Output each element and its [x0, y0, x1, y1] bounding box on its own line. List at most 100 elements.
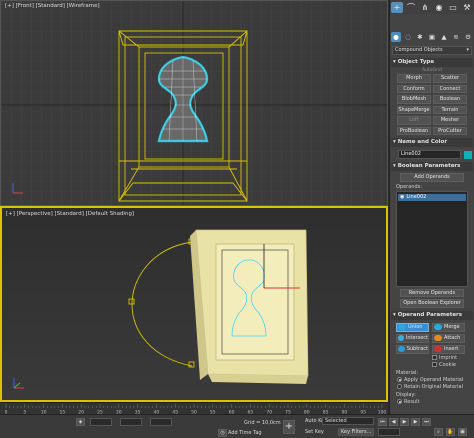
hierarchy-tab-icon[interactable]: ⋔	[419, 2, 431, 13]
proboolean-button[interactable]: ProBoolean	[397, 126, 431, 135]
timeline-ruler[interactable]: 0 5 10 15 20 25 30 35 40 45 50 55 60 65 70 75 80 85 90 95 10…	[0, 402, 388, 415]
utilities-tab-icon[interactable]: ⚒	[461, 2, 473, 13]
morph-button[interactable]: Morph	[397, 74, 431, 83]
apply-operand-material-radio[interactable]: Apply Operand Material	[397, 377, 474, 383]
list-item[interactable]: ◉ Line002	[398, 193, 466, 201]
mesher-button[interactable]: Mesher	[433, 116, 467, 125]
name-color-rollout[interactable]: ▾ Name and Color	[391, 138, 473, 147]
radio-icon	[397, 384, 402, 389]
category-dropdown[interactable]: Compound Objects	[392, 46, 472, 55]
operand-item-label: Line002	[406, 193, 427, 200]
create-category-icons: ● ◌ ✱ ▣ ▲ ≋ ⚙	[390, 30, 474, 43]
current-frame-field[interactable]	[378, 428, 400, 436]
key-filters-button[interactable]: Key Filters...	[338, 428, 374, 436]
intersect-button[interactable]: Intersect	[396, 333, 429, 343]
perspective-viewport-label[interactable]: [+] [Perspective] [Standard] [Default Sh…	[6, 211, 134, 217]
x-coordinate-field[interactable]	[90, 418, 112, 426]
procutter-button[interactable]: ProCutter	[433, 126, 467, 135]
union-label: Union	[408, 323, 423, 330]
maximize-viewport-icon[interactable]: ▣	[458, 428, 467, 436]
previous-frame-icon[interactable]: ◀	[389, 418, 398, 426]
arc-gizmo	[128, 238, 195, 368]
radio-icon	[397, 399, 402, 404]
conform-button[interactable]: Conform	[397, 84, 431, 93]
union-button[interactable]: Union	[396, 322, 429, 332]
spacewarps-icon[interactable]: ≋	[451, 32, 461, 42]
operands-label: Operands:	[396, 183, 422, 190]
set-key-plus-icon[interactable]: +	[283, 420, 295, 434]
result-radio[interactable]: Result	[397, 399, 474, 405]
lock-selection-icon[interactable]: ◈	[76, 418, 85, 426]
zoom-icon[interactable]: ⌕	[434, 428, 443, 436]
helpers-icon[interactable]: ▲	[439, 32, 449, 42]
systems-icon[interactable]: ⚙	[463, 32, 473, 42]
object-type-title: Object Type	[397, 59, 435, 65]
add-time-tag-icon[interactable]: ◷	[218, 429, 227, 437]
pan-hand-icon[interactable]: ✋	[446, 428, 455, 436]
radio-icon	[397, 377, 402, 382]
open-boolean-explorer-button[interactable]: Open Boolean Explorer	[400, 299, 464, 308]
retain-original-material-label: Retain Original Material	[404, 383, 463, 390]
picture-frame-object	[190, 229, 309, 384]
subtract-icon	[398, 346, 405, 352]
merge-button[interactable]: Merge	[432, 322, 465, 332]
display-tab-icon[interactable]: ▭	[447, 2, 459, 13]
name-color-title: Name and Color	[397, 139, 448, 145]
motion-tab-icon[interactable]: ◉	[433, 2, 445, 13]
terrain-button[interactable]: Terrain	[433, 105, 467, 114]
attach-icon	[434, 335, 442, 341]
add-operands-button[interactable]: Add Operands	[400, 173, 464, 182]
boolean-parameters-rollout[interactable]: ▾ Boolean Parameters	[391, 162, 473, 171]
set-key-button[interactable]: Set Key	[305, 429, 324, 435]
selection-set-dropdown[interactable]: Selected	[322, 417, 374, 425]
checkbox-icon	[432, 355, 437, 360]
create-tab-icon[interactable]: +	[391, 1, 403, 13]
operands-list[interactable]: ◉ Line002	[396, 190, 468, 287]
blobmesh-button[interactable]: BlobMesh	[397, 95, 431, 104]
imprint-label: Imprint	[439, 354, 458, 361]
front-viewport[interactable]: [+] [Front] [Standard] [Wireframe]	[0, 0, 388, 206]
apply-operand-material-label: Apply Operand Material	[404, 376, 464, 383]
command-panel-tabs: + ⌒ ⋔ ◉ ▭ ⚒	[390, 0, 474, 14]
checkbox-icon	[432, 362, 437, 367]
front-viewport-label[interactable]: [+] [Front] [Standard] [Wireframe]	[5, 3, 100, 9]
scatter-button[interactable]: Scatter	[433, 74, 467, 83]
connect-button[interactable]: Connect	[433, 84, 467, 93]
operand-parameters-rollout[interactable]: ▾ Operand Parameters	[391, 310, 473, 320]
object-type-rollout[interactable]: ▾ Object Type	[391, 58, 473, 67]
subtract-button[interactable]: Subtract	[396, 344, 429, 354]
lights-icon[interactable]: ✱	[415, 32, 425, 42]
attach-label: Attach	[444, 334, 461, 341]
app-window: [+] [Front] [Standard] [Wireframe] [+] […	[0, 0, 474, 438]
attach-button[interactable]: Attach	[432, 333, 465, 343]
loft-button[interactable]: Loft	[397, 116, 431, 125]
modify-tab-icon[interactable]: ⌒	[405, 2, 417, 13]
material-label: Material:	[396, 369, 418, 376]
imprint-checkbox[interactable]: Imprint	[432, 355, 474, 361]
result-label: Result	[404, 398, 420, 405]
object-color-swatch[interactable]	[464, 150, 472, 159]
shapemerge-button[interactable]: ShapeMerge	[397, 105, 431, 114]
boolean-button[interactable]: Boolean	[433, 95, 467, 104]
go-to-end-icon[interactable]: ⏭	[422, 418, 431, 426]
remove-operands-button[interactable]: Remove Operands	[400, 288, 464, 297]
add-time-tag-button[interactable]: Add Time Tag	[228, 430, 262, 436]
geometry-icon[interactable]: ●	[391, 31, 401, 42]
next-frame-icon[interactable]: ▶	[411, 418, 420, 426]
retain-original-material-radio[interactable]: Retain Original Material	[397, 384, 474, 390]
shapes-icon[interactable]: ◌	[403, 32, 413, 42]
insert-button[interactable]: Insert	[432, 344, 465, 354]
perspective-viewport-canvas	[13, 229, 309, 389]
cameras-icon[interactable]: ▣	[427, 32, 437, 42]
eye-icon[interactable]: ◉	[400, 194, 404, 201]
merge-icon	[434, 324, 442, 330]
perspective-viewport[interactable]: [+] [Perspective] [Standard] [Default Sh…	[0, 206, 388, 402]
boolean-parameters-title: Boolean Parameters	[397, 163, 461, 169]
go-to-start-icon[interactable]: ⏮	[378, 418, 387, 426]
autogrid-checkbox[interactable]: AutoGrid	[390, 68, 474, 73]
y-coordinate-field[interactable]	[120, 418, 142, 426]
z-coordinate-field[interactable]	[150, 418, 172, 426]
object-name-field[interactable]: Line002	[398, 150, 461, 159]
play-icon[interactable]: ▶	[400, 418, 409, 426]
cookie-checkbox[interactable]: Cookie	[432, 362, 474, 368]
